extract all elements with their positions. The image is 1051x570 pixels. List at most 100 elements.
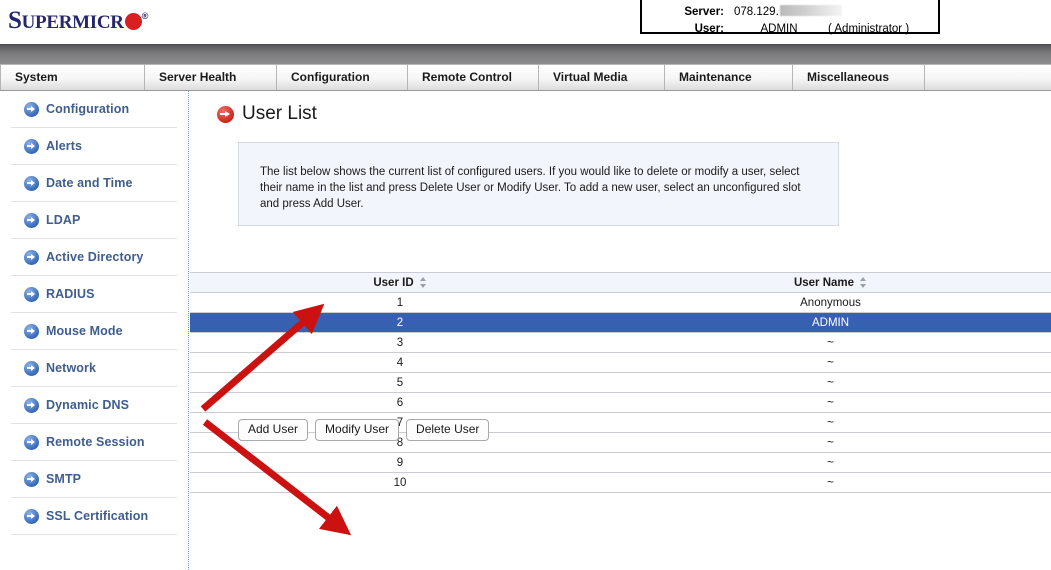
sidebar-item-ldap[interactable]: LDAP (11, 202, 177, 239)
host-identification-panel: Host Identification Server: 078.129. Use… (640, 0, 940, 34)
add-user-button[interactable]: Add User (238, 419, 308, 441)
sidebar-item-network[interactable]: Network (11, 350, 177, 387)
cell-user-name: ~ (610, 453, 1051, 473)
nav-tab-label: System (15, 70, 58, 84)
sidebar-item-label: Date and Time (46, 176, 133, 190)
nav-tab-virtual-media[interactable]: Virtual Media (539, 65, 665, 90)
nav-tab-miscellaneous[interactable]: Miscellaneous (793, 65, 925, 90)
table-row[interactable]: 6~ (190, 393, 1051, 413)
nav-tab-empty-space (925, 65, 1051, 90)
page-title-row: User List (217, 104, 317, 124)
logo-red-dot-icon (125, 13, 142, 30)
sidebar-item-dynamic-dns[interactable]: Dynamic DNS (11, 387, 177, 424)
sidebar-item-label: LDAP (46, 213, 80, 227)
sidebar-item-mouse-mode[interactable]: Mouse Mode (11, 313, 177, 350)
column-header-user-name[interactable]: User Name (610, 273, 1051, 293)
red-arrow-circle-icon (217, 106, 234, 123)
logo-text-s: S (8, 7, 22, 34)
cell-user-id: 3 (190, 333, 610, 353)
page-title: User List (242, 104, 317, 124)
nav-tab-system[interactable]: System (0, 65, 145, 90)
cell-user-name: ~ (610, 333, 1051, 353)
nav-tab-label: Maintenance (679, 70, 752, 84)
cell-user-name: ~ (610, 433, 1051, 453)
sidebar-item-alerts[interactable]: Alerts (11, 128, 177, 165)
host-server-label: Server: (642, 4, 724, 21)
column-header-user-id-label: User ID (373, 277, 413, 289)
sidebar-item-configuration[interactable]: Configuration (11, 91, 177, 128)
sidebar-item-label: Active Directory (46, 250, 143, 264)
blue-arrow-circle-icon (24, 176, 39, 191)
sidebar-item-smtp[interactable]: SMTP (11, 461, 177, 498)
content-area: Configuration Alerts Date and Time LDAP Acti… (0, 91, 1051, 570)
column-header-user-name-label: User Name (794, 277, 854, 289)
nav-tab-configuration[interactable]: Configuration (277, 65, 408, 90)
sidebar-item-label: Alerts (46, 139, 82, 153)
table-row[interactable]: 3~ (190, 333, 1051, 353)
table-row[interactable]: 9~ (190, 453, 1051, 473)
blue-arrow-circle-icon (24, 287, 39, 302)
nav-tab-label: Remote Control (422, 70, 512, 84)
sidebar-item-remote-session[interactable]: Remote Session (11, 424, 177, 461)
user-list-table: User ID User Name 1Anonymous2ADMIN3~4~5~… (190, 272, 1051, 493)
cell-user-id: 4 (190, 353, 610, 373)
host-server-value: 078.129. (734, 4, 842, 21)
cell-user-id: 5 (190, 373, 610, 393)
table-row[interactable]: 1Anonymous (190, 293, 1051, 313)
blue-arrow-circle-icon (24, 102, 39, 117)
info-box-text: The list below shows the current list of… (260, 164, 816, 212)
action-button-row: Add User Modify User Delete User (238, 419, 489, 441)
nav-tab-remote-control[interactable]: Remote Control (408, 65, 539, 90)
blue-arrow-circle-icon (24, 213, 39, 228)
sidebar-item-label: SSL Certification (46, 509, 148, 523)
cell-user-id: 9 (190, 453, 610, 473)
cell-user-name: ~ (610, 393, 1051, 413)
cell-user-id: 2 (190, 313, 610, 333)
nav-tab-label: Virtual Media (553, 70, 627, 84)
page-header: SUPERMICR ® Host Identification Server: 0… (0, 0, 1051, 44)
nav-tab-server-health[interactable]: Server Health (145, 65, 277, 90)
blue-arrow-circle-icon (24, 250, 39, 265)
nav-tab-label: Miscellaneous (807, 70, 889, 84)
cell-user-name: ~ (610, 353, 1051, 373)
server-ip-redaction (780, 5, 842, 16)
delete-user-button[interactable]: Delete User (406, 419, 489, 441)
blue-arrow-circle-icon (24, 435, 39, 450)
sidebar-item-label: Remote Session (46, 435, 145, 449)
table-row[interactable]: 10~ (190, 473, 1051, 493)
sort-indicator-icon[interactable] (860, 277, 867, 288)
host-user-value: ADMIN (734, 21, 824, 38)
sidebar-item-label: Mouse Mode (46, 324, 123, 338)
blue-arrow-circle-icon (24, 361, 39, 376)
sidebar-item-radius[interactable]: RADIUS (11, 276, 177, 313)
cell-user-name: ~ (610, 473, 1051, 493)
table-row[interactable]: 5~ (190, 373, 1051, 393)
table-row[interactable]: 4~ (190, 353, 1051, 373)
user-list-table-body: 1Anonymous2ADMIN3~4~5~6~7~8~9~10~ (190, 293, 1051, 493)
cell-user-name: Anonymous (610, 293, 1051, 313)
sidebar-item-label: RADIUS (46, 287, 95, 301)
sidebar-navigation: Configuration Alerts Date and Time LDAP Acti… (0, 91, 189, 570)
sidebar-item-ssl-certification[interactable]: SSL Certification (11, 498, 177, 535)
sidebar-item-label: Network (46, 361, 96, 375)
blue-arrow-circle-icon (24, 139, 39, 154)
logo-text-rest: UPERMICR (22, 12, 124, 33)
user-list-table-head: User ID User Name (190, 273, 1051, 293)
nav-tab-maintenance[interactable]: Maintenance (665, 65, 793, 90)
nav-tab-label: Configuration (291, 70, 370, 84)
blue-arrow-circle-icon (24, 324, 39, 339)
navbar-top-strip (0, 44, 1051, 64)
modify-user-button[interactable]: Modify User (315, 419, 399, 441)
sort-indicator-icon[interactable] (420, 277, 427, 288)
table-row[interactable]: 2ADMIN (190, 313, 1051, 333)
info-box: The list below shows the current list of… (238, 142, 839, 226)
host-user-label: User: (642, 21, 724, 38)
cell-user-id: 10 (190, 473, 610, 493)
sidebar-item-active-directory[interactable]: Active Directory (11, 239, 177, 276)
sidebar-item-date-and-time[interactable]: Date and Time (11, 165, 177, 202)
logo-registered-mark: ® (142, 11, 148, 21)
blue-arrow-circle-icon (24, 509, 39, 524)
supermicro-logo: SUPERMICR ® (8, 2, 148, 37)
column-header-user-id[interactable]: User ID (190, 273, 610, 293)
host-server-row: Server: 078.129. (642, 4, 938, 21)
